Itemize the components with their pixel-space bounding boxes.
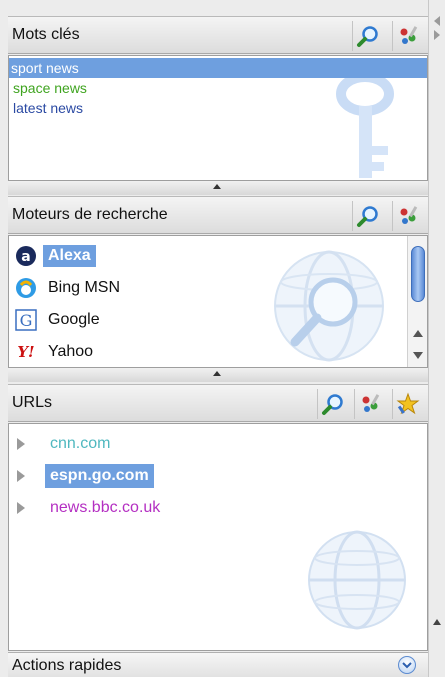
urls-title: URLs: [12, 394, 53, 411]
engine-item-yahoo[interactable]: Y! Yahoo: [15, 338, 98, 366]
expand-triangle-icon[interactable]: [17, 470, 25, 482]
urls-list[interactable]: cnn.com espn.go.com news.bbc.co.uk: [8, 423, 428, 651]
engines-header: Moteurs de recherche: [8, 196, 428, 234]
splitter-handle-icon: [213, 371, 221, 376]
search-icon: [356, 26, 378, 47]
keywords-list[interactable]: sport news space news latest news: [8, 55, 428, 181]
alexa-icon: a: [15, 245, 37, 267]
engine-item-alexa[interactable]: a Alexa: [15, 242, 96, 270]
scroll-down-arrow-icon[interactable]: [413, 352, 423, 359]
keywords-header: Mots clés: [8, 16, 428, 54]
keywords-title: Mots clés: [12, 26, 80, 43]
engine-label: Google: [48, 311, 100, 328]
urls-manage-button[interactable]: [354, 389, 384, 419]
urls-header: URLs: [8, 384, 428, 422]
svg-text:a: a: [21, 249, 30, 265]
engines-title: Moteurs de recherche: [12, 206, 168, 223]
manage-icon: [400, 206, 417, 224]
engine-item-google[interactable]: G Google: [15, 306, 105, 334]
yahoo-icon: Y!: [15, 341, 37, 363]
engines-splitter[interactable]: [8, 368, 428, 382]
favorite-icon: [396, 392, 419, 415]
svg-text:G: G: [20, 311, 33, 330]
keyword-item-latest-news[interactable]: latest news: [11, 98, 83, 118]
url-label: cnn.com: [50, 435, 111, 452]
scroll-up-arrow-icon[interactable]: [413, 330, 423, 337]
keywords-search-button[interactable]: [352, 21, 382, 51]
url-item-espn[interactable]: espn.go.com: [17, 462, 154, 490]
engines-list[interactable]: a Alexa Bing MSN G Google Y! Yahoo: [8, 235, 428, 368]
app-window: Mots clés sport news space news latest n…: [0, 0, 445, 677]
resize-caret-icon[interactable]: [433, 618, 441, 626]
url-item-cnn[interactable]: cnn.com: [17, 430, 115, 458]
svg-text:Y!: Y!: [17, 343, 34, 361]
url-item-bbc[interactable]: news.bbc.co.uk: [17, 494, 165, 522]
url-label: espn.go.com: [45, 464, 154, 488]
quick-actions-title: Actions rapides: [12, 657, 122, 674]
manage-icon: [400, 26, 417, 44]
collapse-arrows-icon[interactable]: [432, 14, 442, 44]
chevron-down-icon: [402, 662, 412, 669]
google-icon: G: [15, 309, 37, 331]
quick-actions-toggle-button[interactable]: [398, 656, 416, 674]
expand-triangle-icon[interactable]: [17, 438, 25, 450]
urls-search-button[interactable]: [317, 389, 347, 419]
scrollbar-thumb[interactable]: [411, 246, 425, 302]
splitter-handle-icon: [213, 184, 221, 189]
key-icon: [336, 72, 394, 178]
keywords-manage-button[interactable]: [392, 21, 422, 51]
keyword-item-sport-news[interactable]: sport news: [9, 58, 427, 78]
quick-actions-bar[interactable]: Actions rapides: [8, 652, 428, 677]
search-icon: [356, 206, 378, 227]
url-label: news.bbc.co.uk: [50, 499, 161, 516]
engines-manage-button[interactable]: [392, 201, 422, 231]
globe-icon: [308, 530, 406, 630]
globe-magnifier-icon: [274, 250, 384, 362]
side-drawer-edge[interactable]: [428, 0, 445, 677]
engines-search-button[interactable]: [352, 201, 382, 231]
urls-favorite-button[interactable]: [392, 389, 422, 419]
keyword-item-space-news[interactable]: space news: [11, 78, 87, 98]
bing-icon: [15, 277, 37, 299]
engines-scrollbar[interactable]: [407, 236, 427, 367]
expand-triangle-icon[interactable]: [17, 502, 25, 514]
engine-label: Bing MSN: [48, 279, 121, 296]
engine-label: Alexa: [43, 245, 96, 267]
engine-label: Yahoo: [48, 343, 94, 360]
manage-icon: [362, 394, 379, 412]
search-icon: [321, 394, 343, 415]
keywords-splitter[interactable]: [8, 181, 428, 195]
engine-item-bing[interactable]: Bing MSN: [15, 274, 125, 302]
